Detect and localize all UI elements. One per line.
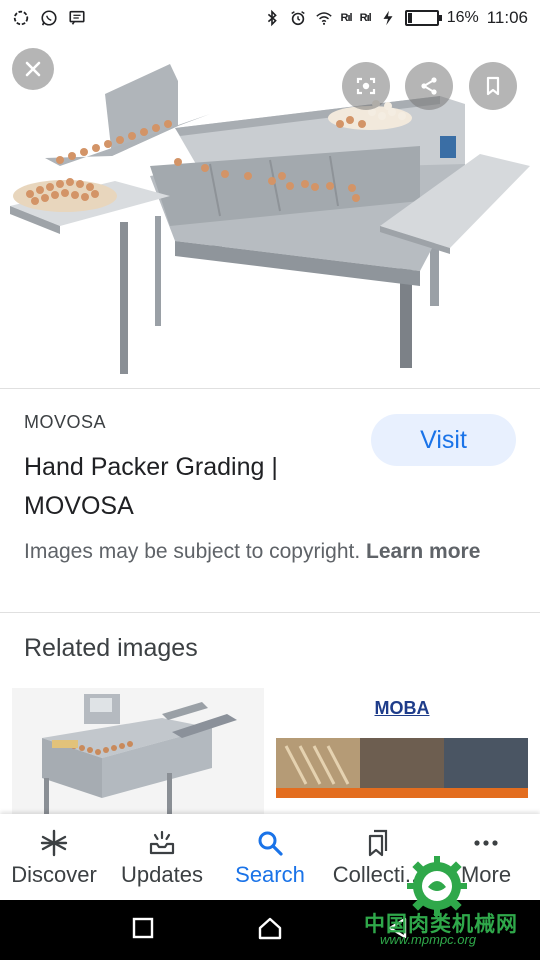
signal-label-1: R (340, 12, 349, 24)
egg-grading-machine-image (10, 64, 530, 374)
copyright-text: Images may be subject to copyright. (24, 540, 361, 563)
moba-handpacker-thumbnail (276, 738, 528, 822)
share-button[interactable] (405, 62, 453, 110)
share-icon (421, 77, 437, 95)
bookmark-button[interactable] (469, 62, 517, 110)
battery-level-fill (407, 13, 413, 23)
learn-more-link[interactable]: Learn more (366, 540, 480, 563)
egg-grader-thumbnail (12, 688, 264, 822)
home-icon (258, 917, 282, 939)
signal-label-2: R (359, 12, 368, 24)
signal-strength-1: Rıl (340, 12, 353, 24)
image-preview[interactable] (0, 36, 540, 388)
bluetooth-icon (263, 9, 281, 27)
result-title[interactable]: Hand Packer Grading | MOVOSA (24, 448, 344, 526)
whatsapp-icon (40, 9, 58, 27)
visit-button[interactable]: Visit (371, 414, 516, 466)
asterisk-icon (40, 829, 68, 857)
watermark-url: www.mpmpc.org (380, 932, 477, 947)
notification-ring-icon (12, 9, 30, 27)
related-image-2[interactable]: MOBA (276, 688, 528, 822)
collections-icon (368, 829, 388, 857)
charging-icon (379, 9, 397, 27)
copyright-notice: Images may be subject to copyright. Lear… (24, 536, 514, 567)
battery-icon (404, 10, 442, 26)
divider (0, 612, 540, 613)
related-image-1[interactable] (12, 688, 264, 822)
lens-button[interactable] (342, 62, 390, 110)
home-button[interactable] (257, 915, 283, 946)
close-button[interactable] (12, 48, 54, 90)
clock: 11:06 (486, 8, 528, 27)
nav-discover-label: Discover (11, 862, 97, 887)
status-bar: Rıl Rıl 16% 11:06 (0, 0, 540, 36)
recents-button[interactable] (130, 915, 156, 946)
alarm-icon (289, 9, 307, 27)
search-icon (258, 831, 283, 856)
more-dots-icon (474, 840, 498, 846)
bookmark-icon (486, 76, 500, 96)
nav-updates[interactable]: Updates (108, 814, 216, 900)
nav-updates-label: Updates (121, 862, 203, 887)
signal-strength-2: Rıl (359, 12, 372, 24)
nav-more-label: More (460, 862, 512, 887)
close-icon (25, 61, 41, 77)
battery-percent: 16% (446, 9, 479, 26)
wifi-icon (315, 9, 333, 27)
nav-discover[interactable]: Discover (0, 814, 108, 900)
nav-search[interactable]: Search (216, 814, 324, 900)
divider (0, 388, 540, 389)
message-icon (68, 9, 86, 27)
lens-icon (356, 77, 376, 95)
updates-icon (149, 830, 175, 855)
nav-search-label: Search (235, 862, 305, 887)
recents-icon (133, 917, 154, 938)
related-images-heading: Related images (24, 634, 198, 662)
source-site[interactable]: MOVOSA (24, 412, 106, 433)
